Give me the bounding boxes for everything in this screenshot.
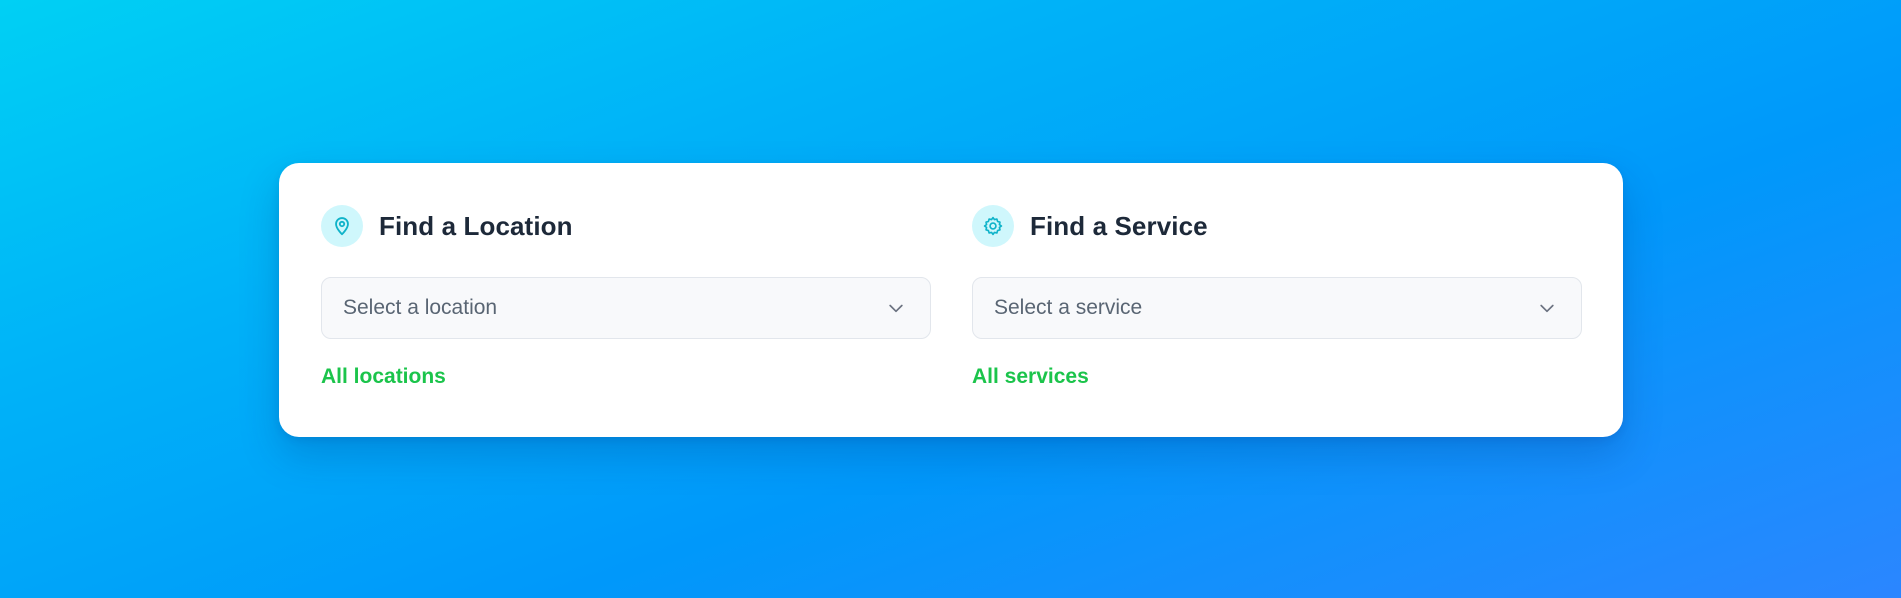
service-panel: Find a Service Select a service All serv… (972, 205, 1582, 389)
chevron-down-icon (886, 298, 906, 318)
all-locations-link[interactable]: All locations (321, 365, 446, 389)
chevron-down-icon (1537, 298, 1557, 318)
gear-icon (972, 205, 1014, 247)
page-background: Find a Location Select a location All lo… (0, 0, 1901, 598)
service-header: Find a Service (972, 205, 1582, 247)
location-select-value: Select a location (343, 296, 498, 319)
service-select-value: Select a service (994, 296, 1143, 319)
all-services-link[interactable]: All services (972, 365, 1089, 389)
service-title: Find a Service (1030, 210, 1208, 241)
location-select[interactable]: Select a location (321, 277, 931, 339)
service-select[interactable]: Select a service (972, 277, 1582, 339)
location-header: Find a Location (321, 205, 931, 247)
location-title: Find a Location (379, 210, 573, 241)
map-pin-icon (321, 205, 363, 247)
location-panel: Find a Location Select a location All lo… (321, 205, 931, 389)
search-card: Find a Location Select a location All lo… (279, 163, 1623, 437)
